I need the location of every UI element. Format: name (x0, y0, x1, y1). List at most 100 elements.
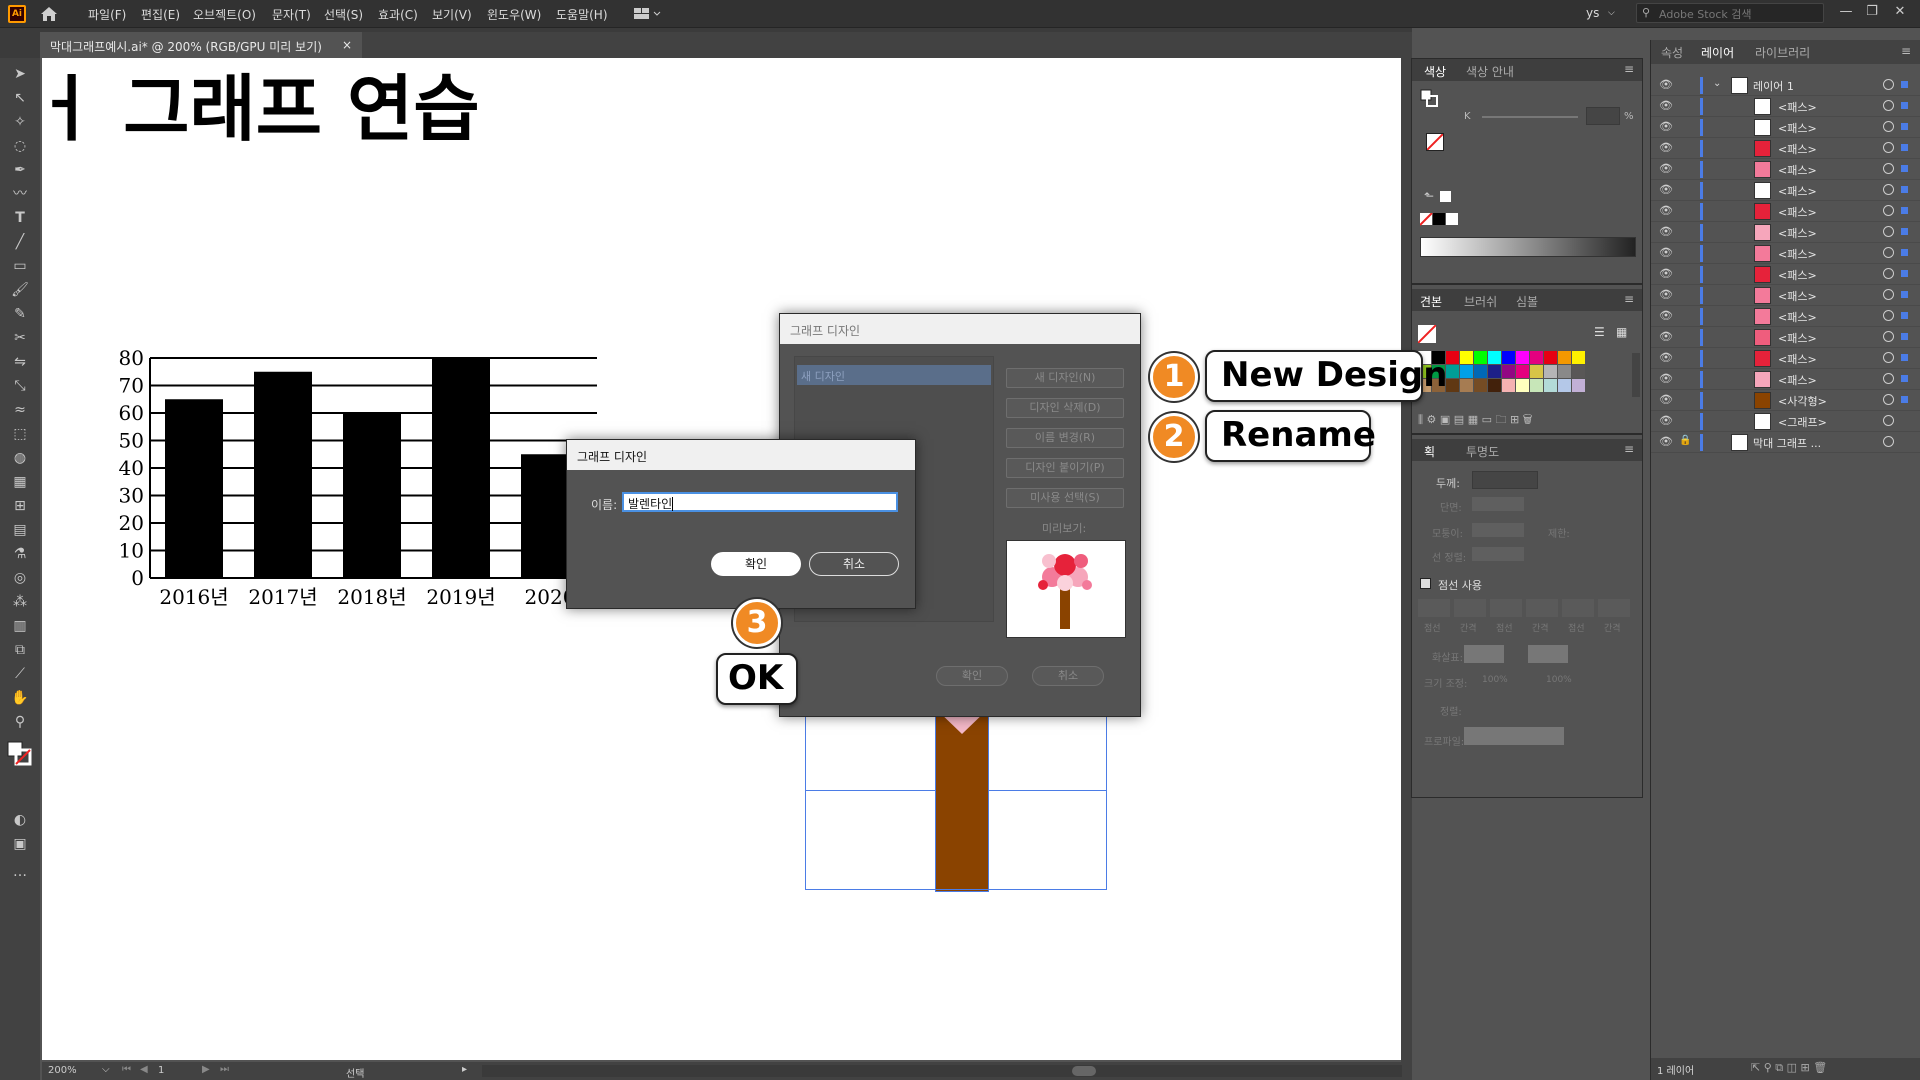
document-tab[interactable]: 막대그래프예시.ai* @ 200% (RGB/GPU 미리 보기) × (40, 32, 362, 58)
line-tool-icon[interactable]: ╱ (9, 232, 31, 252)
chevron-down-icon[interactable]: ⌵ (102, 1064, 110, 1075)
fill-stroke-mini-icon[interactable] (1420, 89, 1440, 109)
layer-row[interactable]: 👁 <패스> (1651, 138, 1920, 159)
color-swatch[interactable] (1474, 365, 1487, 378)
none-black-white-swatches[interactable] (1419, 212, 1460, 227)
design-list-item[interactable]: 새 디자인 (797, 365, 991, 385)
panel-menu-icon[interactable]: ≡ (1624, 292, 1634, 306)
layer-row[interactable]: 👁 <패스> (1651, 180, 1920, 201)
color-swatch[interactable] (1516, 379, 1529, 392)
menu-view[interactable]: 보기(V) (432, 6, 472, 23)
layer-name[interactable]: 레이어 1 (1753, 78, 1794, 94)
color-swatch[interactable] (1474, 351, 1487, 364)
eye-icon[interactable]: 👁 (1659, 393, 1673, 407)
eye-icon[interactable]: 👁 (1659, 414, 1673, 428)
target-icon[interactable] (1883, 121, 1894, 132)
scissors-tool-icon[interactable]: ✂ (9, 328, 31, 348)
tab-properties[interactable]: 속성 (1661, 44, 1683, 61)
color-swatch[interactable] (1572, 379, 1585, 392)
swatch-scrollbar[interactable] (1632, 353, 1640, 397)
eye-icon[interactable]: 👁 (1659, 162, 1673, 176)
gradient-tool-icon[interactable]: ▤ (9, 520, 31, 540)
tab-color[interactable]: 색상 (1424, 63, 1446, 80)
color-swatch[interactable] (1530, 365, 1543, 378)
target-icon[interactable] (1883, 310, 1894, 321)
panel-menu-icon[interactable]: ≡ (1624, 442, 1634, 456)
corner-buttons[interactable] (1472, 523, 1524, 537)
color-swatch[interactable] (1488, 379, 1501, 392)
arrow-end-select[interactable] (1528, 645, 1568, 663)
layer-row[interactable]: 👁 <사각형> (1651, 390, 1920, 411)
shape-builder-tool-icon[interactable]: ◍ (9, 448, 31, 468)
layer-row[interactable]: 👁 <패스> (1651, 96, 1920, 117)
layer-row[interactable]: 👁 <패스> (1651, 348, 1920, 369)
color-swatch[interactable] (1502, 365, 1515, 378)
eye-icon[interactable]: 👁 (1659, 372, 1673, 386)
layer-row[interactable]: 👁 <패스> (1651, 159, 1920, 180)
layer-row[interactable]: 👁 <패스> (1651, 243, 1920, 264)
delete-design-button[interactable]: 디자인 삭제(D) (1006, 398, 1124, 418)
chevron-down-icon[interactable]: ⌄ (1713, 78, 1721, 89)
swatch-fill-stroke-icon[interactable] (1417, 324, 1437, 344)
more-tools-icon[interactable]: … (9, 862, 31, 882)
layer-row[interactable]: 👁 <패스> (1651, 201, 1920, 222)
color-swatch[interactable] (1516, 351, 1529, 364)
selection-tool-icon[interactable]: ➤ (9, 64, 31, 84)
layer-name[interactable]: <패스> (1778, 309, 1817, 325)
user-name[interactable]: ys (1586, 6, 1599, 20)
dash-fields[interactable] (1418, 599, 1634, 617)
tab-brushes[interactable]: 브러쉬 (1464, 293, 1497, 310)
blend-tool-icon[interactable]: ◎ (9, 568, 31, 588)
color-swatch[interactable] (1460, 379, 1473, 392)
graph-cancel-button[interactable]: 취소 (1032, 666, 1104, 686)
eye-icon[interactable]: 👁 (1659, 267, 1673, 281)
align-stroke-buttons[interactable] (1472, 547, 1524, 561)
none-swatch[interactable] (1426, 133, 1444, 151)
color-swatch[interactable] (1488, 351, 1501, 364)
color-swatch[interactable] (1516, 365, 1529, 378)
web-color-swatch[interactable] (1440, 191, 1451, 202)
screen-mode-icon[interactable]: ▣ (9, 834, 31, 854)
type-tool-icon[interactable]: T (9, 208, 31, 228)
eye-icon[interactable]: 👁 (1659, 120, 1673, 134)
color-swatch[interactable] (1572, 351, 1585, 364)
eye-icon[interactable]: 👁 (1659, 99, 1673, 113)
eye-icon[interactable]: 👁 (1659, 246, 1673, 260)
workspace-switcher-icon[interactable] (634, 7, 662, 21)
eye-icon[interactable]: 👁 (1659, 204, 1673, 218)
layer-row-top[interactable]: 👁 ⌄ 레이어 1 (1651, 75, 1920, 96)
layer-name[interactable]: <패스> (1778, 120, 1817, 136)
color-swatch[interactable] (1558, 379, 1571, 392)
layer-name[interactable]: <패스> (1778, 246, 1817, 262)
arrow-start-select[interactable] (1464, 645, 1504, 663)
eyedropper-tool-icon[interactable]: ⚗ (9, 544, 31, 564)
tab-libraries[interactable]: 라이브러리 (1755, 44, 1810, 61)
minimize-icon[interactable]: — (1836, 4, 1856, 20)
zoom-tool-icon[interactable]: ⚲ (9, 712, 31, 732)
target-icon[interactable] (1883, 226, 1894, 237)
tab-swatches[interactable]: 견본 (1420, 293, 1442, 310)
dashed-checkbox[interactable] (1420, 578, 1431, 589)
tab-color-guide[interactable]: 색상 안내 (1466, 63, 1514, 80)
color-swatch[interactable] (1488, 365, 1501, 378)
rectangle-tool-icon[interactable]: ▭ (9, 256, 31, 276)
panel-menu-icon[interactable]: ≡ (1624, 62, 1634, 76)
layer-name[interactable]: <패스> (1778, 267, 1817, 283)
color-swatch[interactable] (1446, 365, 1459, 378)
color-swatch[interactable] (1474, 379, 1487, 392)
target-icon[interactable] (1883, 394, 1894, 405)
color-swatch[interactable] (1544, 379, 1557, 392)
layer-row[interactable]: 👁 <패스> (1651, 369, 1920, 390)
drawing-modes-icon[interactable]: ◐ (9, 810, 31, 830)
zoom-level[interactable]: 200% (48, 1065, 77, 1076)
eye-icon[interactable]: 👁 (1659, 225, 1673, 239)
color-swatch[interactable] (1544, 365, 1557, 378)
layer-name[interactable]: <패스> (1778, 183, 1817, 199)
swatch-footer-icons[interactable]: ⫼ ⚙ ▣ ▤ ▦ ▭ 🗀 ⊞ 🗑 (1418, 411, 1638, 426)
layer-name[interactable]: <패스> (1778, 330, 1817, 346)
eye-icon[interactable]: 👁 (1659, 288, 1673, 302)
chevron-down-icon[interactable]: ⌵ (1608, 8, 1615, 18)
target-icon[interactable] (1883, 331, 1894, 342)
color-swatch[interactable] (1502, 351, 1515, 364)
layer-name[interactable]: <사각형> (1778, 393, 1827, 409)
